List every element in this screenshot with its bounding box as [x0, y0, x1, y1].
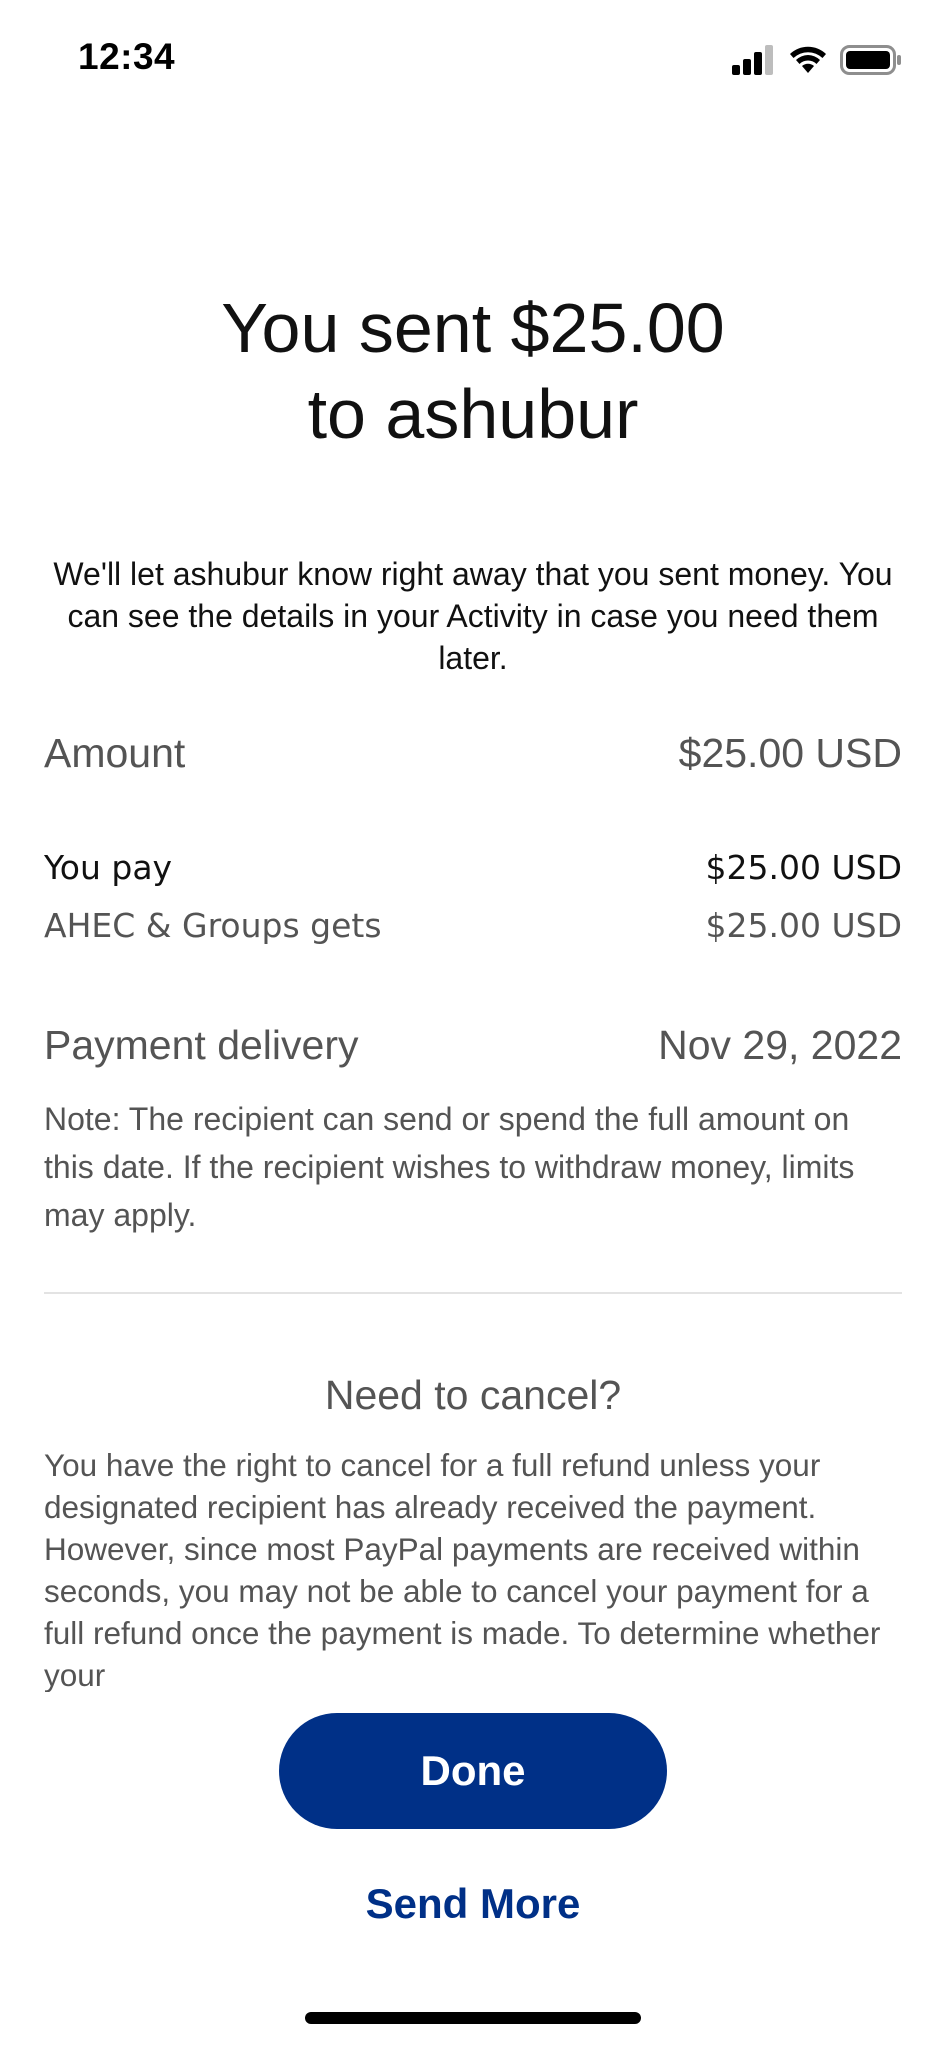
- amount-value: $25.00 USD: [678, 730, 902, 776]
- title-line-2: to ashubur: [307, 375, 639, 453]
- status-time: 12:34: [78, 36, 176, 77]
- status-icons: [732, 42, 902, 78]
- cancel-heading: Need to cancel?: [324, 1372, 622, 1418]
- recipient-gets-label: AHEC & Groups gets: [44, 906, 382, 945]
- title-line-1: You sent $25.00: [221, 289, 725, 367]
- cancel-policy-text[interactable]: You have the right to cancel for a full …: [44, 1444, 902, 1692]
- divider: [44, 1292, 902, 1294]
- battery-icon: [840, 45, 901, 75]
- payment-delivery-label: Payment delivery: [44, 1022, 359, 1068]
- page-title: You sent $25.00 to ashubur: [0, 285, 946, 457]
- send-more-link[interactable]: Send More: [0, 1880, 946, 1928]
- home-indicator: [305, 2012, 641, 2024]
- recipient-gets-value: $25.00 USD: [705, 906, 902, 945]
- done-button[interactable]: Done: [279, 1713, 667, 1829]
- delivery-note: Note: The recipient can send or spend th…: [44, 1101, 855, 1233]
- amount-row: Amount $25.00 USD: [44, 730, 902, 777]
- you-pay-row: You pay $25.00 USD: [44, 848, 902, 887]
- wifi-icon: [790, 46, 826, 73]
- you-pay-value: $25.00 USD: [705, 848, 902, 887]
- signal-icon: [732, 45, 773, 75]
- payment-delivery-row: Payment delivery Nov 29, 2022: [44, 1022, 902, 1069]
- confirmation-message: We'll let ashubur know right away that y…: [53, 556, 893, 676]
- you-pay-label: You pay: [44, 848, 173, 887]
- amount-label: Amount: [44, 730, 186, 776]
- payment-delivery-date: Nov 29, 2022: [658, 1022, 902, 1068]
- recipient-gets-row: AHEC & Groups gets $25.00 USD: [44, 906, 902, 945]
